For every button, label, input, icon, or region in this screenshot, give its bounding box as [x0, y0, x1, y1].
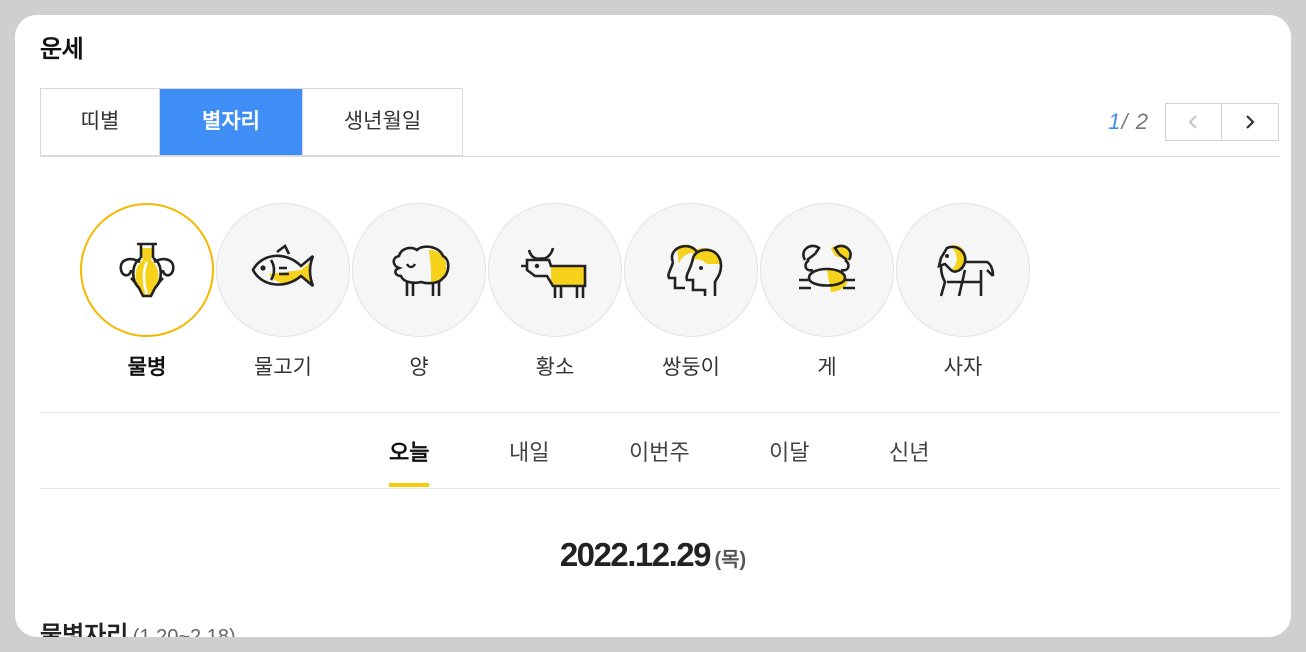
- sign-label: 쌍둥이: [662, 356, 720, 379]
- zodiac-sign-list: 물병 물고기 양 황소 쌍둥이 게 사자: [60, 203, 1050, 381]
- fortune-date: 2022.12.29 (목): [15, 536, 1291, 574]
- sign-label: 사자: [943, 356, 983, 379]
- page-current: 1: [1108, 109, 1122, 134]
- sign-heading-range: (1.20~2.18): [132, 626, 236, 637]
- aquarius-vase-icon: [119, 242, 175, 298]
- gemini-twins-icon: [667, 244, 723, 296]
- sign-circle: [80, 203, 214, 337]
- period-tab-this-month[interactable]: 이달: [769, 435, 809, 487]
- sign-circle: [352, 203, 486, 337]
- chevron-left-icon: [1188, 115, 1197, 129]
- sign-circle: [760, 203, 894, 337]
- sign-label: 게: [817, 356, 837, 379]
- period-tab-this-week[interactable]: 이번주: [629, 435, 690, 487]
- sign-heading: 물병자리 (1.20~2.18): [40, 615, 236, 637]
- sign-item-leo[interactable]: 사자: [876, 203, 1050, 381]
- cancer-crab-icon: [799, 244, 855, 292]
- chevron-right-icon: [1246, 115, 1255, 129]
- signs-divider: [40, 412, 1280, 413]
- tab-birthdate[interactable]: 생년월일: [302, 89, 462, 155]
- sign-circle: [216, 203, 350, 337]
- date-value: 2022.12.29: [559, 536, 712, 573]
- period-tab-tomorrow[interactable]: 내일: [509, 435, 549, 487]
- taurus-bull-icon: [521, 247, 587, 298]
- section-title: 운세: [40, 36, 84, 63]
- prev-page-button[interactable]: [1165, 103, 1222, 141]
- sign-circle: [488, 203, 622, 337]
- aries-ram-icon: [392, 245, 450, 296]
- periods-divider: [40, 488, 1280, 489]
- tabs-divider: [40, 156, 1280, 157]
- pisces-fish-icon: [251, 244, 315, 288]
- sign-circle: [896, 203, 1030, 337]
- sign-label: 물병: [127, 356, 167, 379]
- sign-label: 양: [409, 356, 429, 379]
- sign-circle: [624, 203, 758, 337]
- fortune-type-tabs: 띠별 별자리 생년월일: [40, 88, 463, 156]
- page-total: 2: [1135, 109, 1149, 134]
- sign-label: 황소: [535, 356, 575, 379]
- tab-constellation[interactable]: 별자리: [159, 89, 302, 155]
- tab-zodiac-animal[interactable]: 띠별: [41, 89, 159, 155]
- period-tab-new-year[interactable]: 신년: [889, 435, 929, 487]
- date-weekday: (목): [714, 549, 747, 571]
- sign-label: 물고기: [254, 356, 312, 379]
- period-tab-today[interactable]: 오늘: [389, 435, 430, 487]
- leo-lion-icon: [937, 245, 995, 297]
- fortune-card: 운세 띠별 별자리 생년월일 1/ 2 물병 물고기 양 황소 쌍둥이 게 사자…: [15, 15, 1291, 637]
- page-separator: /: [1121, 109, 1129, 134]
- pager: 1/ 2: [1108, 103, 1279, 141]
- page-indicator: 1/ 2: [1108, 109, 1149, 135]
- next-page-button[interactable]: [1222, 103, 1279, 141]
- sign-heading-name: 물병자리: [40, 622, 129, 637]
- period-tabs: 오늘 내일 이번주 이달 신년: [15, 435, 1291, 487]
